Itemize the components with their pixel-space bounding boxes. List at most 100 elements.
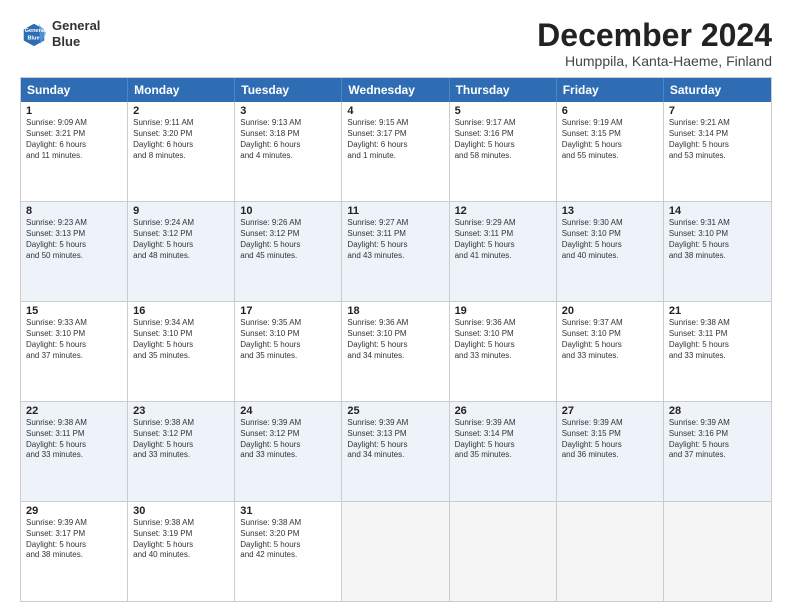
day-number: 18: [347, 305, 443, 317]
cell-info-line: Sunset: 3:11 PM: [455, 229, 551, 240]
cell-info-line: Daylight: 5 hours: [240, 440, 336, 451]
cell-info-line: Sunrise: 9:21 AM: [669, 118, 766, 129]
cell-info-line: and 42 minutes.: [240, 550, 336, 561]
day-cell-4: 4Sunrise: 9:15 AMSunset: 3:17 PMDaylight…: [342, 102, 449, 201]
cell-info-line: Daylight: 5 hours: [26, 340, 122, 351]
day-number: 10: [240, 205, 336, 217]
cell-info-line: and 33 minutes.: [669, 351, 766, 362]
day-number: 5: [455, 105, 551, 117]
cell-info-line: Daylight: 5 hours: [562, 440, 658, 451]
cell-info-line: Daylight: 5 hours: [133, 540, 229, 551]
logo: General Blue General Blue: [20, 18, 100, 49]
day-cell-10: 10Sunrise: 9:26 AMSunset: 3:12 PMDayligh…: [235, 202, 342, 301]
cell-info-line: Sunrise: 9:38 AM: [669, 318, 766, 329]
day-number: 3: [240, 105, 336, 117]
cell-info-line: Sunset: 3:10 PM: [347, 329, 443, 340]
logo-line2: Blue: [52, 34, 100, 50]
day-number: 9: [133, 205, 229, 217]
header-day-saturday: Saturday: [664, 78, 771, 102]
cell-info-line: Sunrise: 9:33 AM: [26, 318, 122, 329]
day-number: 17: [240, 305, 336, 317]
cell-info-line: Sunrise: 9:15 AM: [347, 118, 443, 129]
day-cell-26: 26Sunrise: 9:39 AMSunset: 3:14 PMDayligh…: [450, 402, 557, 501]
day-number: 14: [669, 205, 766, 217]
day-cell-2: 2Sunrise: 9:11 AMSunset: 3:20 PMDaylight…: [128, 102, 235, 201]
cell-info-line: Sunset: 3:11 PM: [347, 229, 443, 240]
cell-info-line: Sunrise: 9:36 AM: [455, 318, 551, 329]
cell-info-line: and 43 minutes.: [347, 251, 443, 262]
cell-info-line: Sunrise: 9:39 AM: [562, 418, 658, 429]
cell-info-line: and 35 minutes.: [240, 351, 336, 362]
day-number: 21: [669, 305, 766, 317]
day-cell-12: 12Sunrise: 9:29 AMSunset: 3:11 PMDayligh…: [450, 202, 557, 301]
cell-info-line: and 33 minutes.: [26, 450, 122, 461]
cell-info-line: and 35 minutes.: [455, 450, 551, 461]
cell-info-line: Sunset: 3:11 PM: [669, 329, 766, 340]
cell-info-line: and 34 minutes.: [347, 351, 443, 362]
day-cell-22: 22Sunrise: 9:38 AMSunset: 3:11 PMDayligh…: [21, 402, 128, 501]
cell-info-line: Sunrise: 9:36 AM: [347, 318, 443, 329]
cell-info-line: and 38 minutes.: [669, 251, 766, 262]
day-cell-27: 27Sunrise: 9:39 AMSunset: 3:15 PMDayligh…: [557, 402, 664, 501]
cell-info-line: Daylight: 5 hours: [455, 440, 551, 451]
cell-info-line: Sunrise: 9:24 AM: [133, 218, 229, 229]
cell-info-line: Sunrise: 9:30 AM: [562, 218, 658, 229]
cell-info-line: Sunset: 3:20 PM: [240, 529, 336, 540]
day-number: 4: [347, 105, 443, 117]
cell-info-line: Sunrise: 9:37 AM: [562, 318, 658, 329]
day-number: 28: [669, 405, 766, 417]
day-number: 27: [562, 405, 658, 417]
header-day-sunday: Sunday: [21, 78, 128, 102]
calendar-row-2: 8Sunrise: 9:23 AMSunset: 3:13 PMDaylight…: [21, 201, 771, 301]
cell-info-line: Daylight: 5 hours: [455, 140, 551, 151]
cell-info-line: Daylight: 6 hours: [240, 140, 336, 151]
cell-info-line: Sunrise: 9:35 AM: [240, 318, 336, 329]
cell-info-line: and 33 minutes.: [562, 351, 658, 362]
empty-cell: [342, 502, 449, 601]
cell-info-line: Sunset: 3:21 PM: [26, 129, 122, 140]
day-number: 31: [240, 505, 336, 517]
cell-info-line: Sunset: 3:10 PM: [133, 329, 229, 340]
cell-info-line: Sunrise: 9:39 AM: [669, 418, 766, 429]
cell-info-line: Sunrise: 9:29 AM: [455, 218, 551, 229]
cell-info-line: and 36 minutes.: [562, 450, 658, 461]
day-cell-21: 21Sunrise: 9:38 AMSunset: 3:11 PMDayligh…: [664, 302, 771, 401]
cell-info-line: Daylight: 6 hours: [133, 140, 229, 151]
cell-info-line: and 40 minutes.: [133, 550, 229, 561]
cell-info-line: Daylight: 5 hours: [669, 340, 766, 351]
cell-info-line: Sunrise: 9:39 AM: [26, 518, 122, 529]
calendar: SundayMondayTuesdayWednesdayThursdayFrid…: [20, 77, 772, 602]
cell-info-line: Daylight: 5 hours: [133, 440, 229, 451]
day-cell-15: 15Sunrise: 9:33 AMSunset: 3:10 PMDayligh…: [21, 302, 128, 401]
cell-info-line: Sunset: 3:10 PM: [562, 229, 658, 240]
cell-info-line: Sunset: 3:13 PM: [347, 429, 443, 440]
day-number: 20: [562, 305, 658, 317]
location-subtitle: Humppila, Kanta-Haeme, Finland: [537, 53, 772, 69]
calendar-header: SundayMondayTuesdayWednesdayThursdayFrid…: [21, 78, 771, 102]
cell-info-line: and 45 minutes.: [240, 251, 336, 262]
cell-info-line: and 11 minutes.: [26, 151, 122, 162]
cell-info-line: Daylight: 5 hours: [347, 440, 443, 451]
cell-info-line: Sunrise: 9:34 AM: [133, 318, 229, 329]
day-number: 29: [26, 505, 122, 517]
cell-info-line: Sunset: 3:10 PM: [455, 329, 551, 340]
day-number: 1: [26, 105, 122, 117]
header: General Blue General Blue December 2024 …: [20, 18, 772, 69]
cell-info-line: Daylight: 5 hours: [669, 140, 766, 151]
day-cell-20: 20Sunrise: 9:37 AMSunset: 3:10 PMDayligh…: [557, 302, 664, 401]
calendar-body: 1Sunrise: 9:09 AMSunset: 3:21 PMDaylight…: [21, 102, 771, 601]
cell-info-line: and 41 minutes.: [455, 251, 551, 262]
svg-text:Blue: Blue: [27, 35, 39, 41]
logo-line1: General: [52, 18, 100, 34]
day-number: 23: [133, 405, 229, 417]
cell-info-line: Sunrise: 9:27 AM: [347, 218, 443, 229]
cell-info-line: Sunset: 3:12 PM: [133, 429, 229, 440]
cell-info-line: Sunrise: 9:39 AM: [455, 418, 551, 429]
header-day-friday: Friday: [557, 78, 664, 102]
cell-info-line: Sunrise: 9:13 AM: [240, 118, 336, 129]
cell-info-line: Sunset: 3:14 PM: [669, 129, 766, 140]
cell-info-line: Daylight: 5 hours: [669, 440, 766, 451]
day-cell-8: 8Sunrise: 9:23 AMSunset: 3:13 PMDaylight…: [21, 202, 128, 301]
cell-info-line: Daylight: 5 hours: [240, 340, 336, 351]
day-cell-19: 19Sunrise: 9:36 AMSunset: 3:10 PMDayligh…: [450, 302, 557, 401]
